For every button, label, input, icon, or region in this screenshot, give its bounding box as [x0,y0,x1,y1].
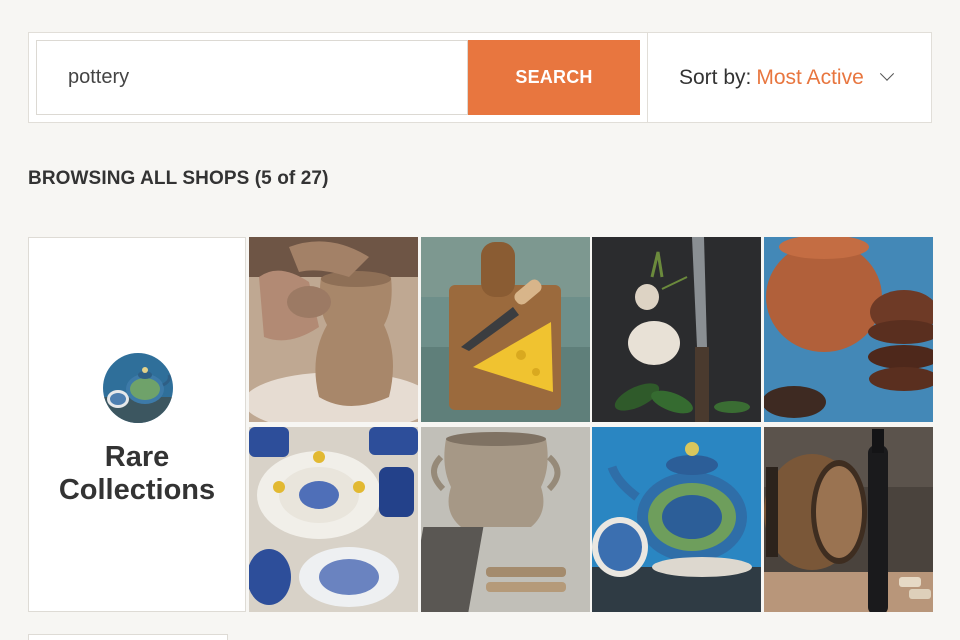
shop-name-line2: Collections [58,474,216,506]
wine-barrel-photo [764,427,933,612]
product-thumbnail[interactable] [764,237,933,422]
product-thumbnail[interactable] [421,237,590,422]
divider [647,33,648,122]
garlic-knife-photo [592,237,761,422]
sort-dropdown[interactable]: Sort by: Most Active [679,33,894,122]
chevron-down-icon [879,66,894,81]
next-shop-card [28,634,228,640]
pottery-wheel-photo [249,237,418,422]
product-thumbnail[interactable] [249,427,418,612]
sort-label: Sort by: [679,65,752,89]
cheese-board-photo [421,237,590,422]
painted-plates-photo [249,427,418,612]
product-thumbnail[interactable] [592,427,761,612]
search-bar: SEARCH Sort by: Most Active [28,32,932,123]
shop-avatar[interactable] [103,353,173,423]
shop-name[interactable]: Rare Collections [29,441,245,507]
search-button[interactable]: SEARCH [468,40,640,115]
search-input[interactable] [36,40,468,115]
product-thumbnail[interactable] [421,427,590,612]
results-heading: BROWSING ALL SHOPS (5 of 27) [28,168,329,189]
shop-name-line1: Rare [104,441,170,473]
terracotta-pots-photo [764,237,933,422]
product-thumbnail[interactable] [592,237,761,422]
sort-value: Most Active [756,65,864,89]
blue-teapot-photo [592,427,761,612]
shop-card[interactable]: Rare Collections [28,237,246,612]
product-thumbnail[interactable] [764,427,933,612]
clay-jug-photo [421,427,590,612]
product-thumbnail[interactable] [249,237,418,422]
